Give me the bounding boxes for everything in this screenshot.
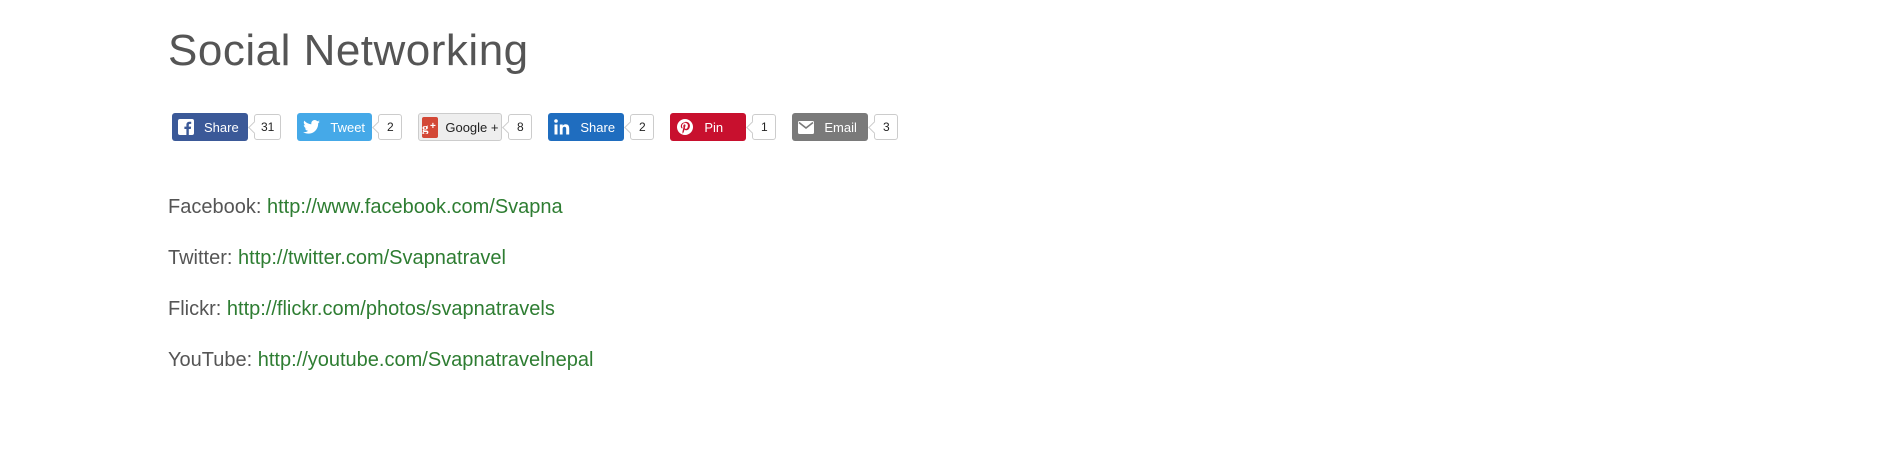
google-plus-count: 8: [508, 114, 533, 140]
twitter-link-row: Twitter: http://twitter.com/Svapnatravel: [168, 247, 594, 270]
share-bar: Share 31 Tweet 2 g + Google + 8 Share 2 …: [172, 113, 914, 141]
email-icon: [798, 118, 815, 136]
google-plus-button[interactable]: g + Google +: [418, 113, 503, 141]
svg-text:g: g: [422, 120, 429, 134]
linkedin-icon: [554, 118, 570, 136]
pinterest-pin-count: 1: [752, 114, 777, 140]
page-title: Social Networking: [168, 26, 529, 75]
youtube-link[interactable]: http://youtube.com/Svapnatravelnepal: [258, 349, 594, 371]
twitter-link[interactable]: http://twitter.com/Svapnatravel: [238, 247, 506, 269]
youtube-link-row: YouTube: http://youtube.com/Svapnatravel…: [168, 349, 594, 372]
flickr-link[interactable]: http://flickr.com/photos/svapnatravels: [227, 298, 555, 320]
pinterest-pin-label: Pin: [704, 119, 724, 135]
share-item-email: Email 3: [792, 113, 899, 141]
email-share-count: 3: [874, 114, 899, 140]
share-item-facebook: Share 31: [172, 113, 282, 141]
facebook-share-count: 31: [254, 114, 282, 140]
share-item-pinterest: Pin 1: [670, 113, 777, 141]
linkedin-share-button[interactable]: Share: [548, 113, 625, 141]
twitter-icon: [303, 118, 321, 136]
google-plus-icon: g +: [422, 116, 439, 138]
flickr-link-row: Flickr: http://flickr.com/photos/svapnat…: [168, 298, 594, 321]
linkedin-share-count: 2: [630, 114, 655, 140]
facebook-share-label: Share: [204, 119, 239, 135]
pinterest-pin-button[interactable]: Pin: [670, 113, 747, 141]
linkedin-share-label: Share: [580, 119, 616, 135]
share-item-linkedin: Share 2: [548, 113, 655, 141]
pinterest-icon: [676, 118, 694, 136]
social-links-list: Facebook: http://www.facebook.com/Svapna…: [168, 196, 594, 400]
share-item-twitter: Tweet 2: [297, 113, 403, 141]
email-share-label: Email: [824, 119, 857, 135]
facebook-link[interactable]: http://www.facebook.com/Svapna: [267, 196, 563, 218]
facebook-icon: [178, 118, 194, 136]
email-share-button[interactable]: Email: [792, 113, 869, 141]
twitter-tweet-label: Tweet: [330, 119, 366, 135]
share-item-google-plus: g + Google + 8: [418, 113, 533, 141]
flickr-link-label: Flickr:: [168, 298, 227, 320]
facebook-link-row: Facebook: http://www.facebook.com/Svapna: [168, 196, 594, 219]
svg-text:+: +: [430, 121, 436, 132]
youtube-link-label: YouTube:: [168, 349, 258, 371]
twitter-tweet-count: 2: [378, 114, 403, 140]
twitter-tweet-button[interactable]: Tweet: [297, 113, 373, 141]
facebook-link-label: Facebook:: [168, 196, 267, 218]
google-plus-label: Google +: [445, 119, 499, 135]
twitter-link-label: Twitter:: [168, 247, 239, 269]
facebook-share-button[interactable]: Share: [172, 113, 248, 141]
